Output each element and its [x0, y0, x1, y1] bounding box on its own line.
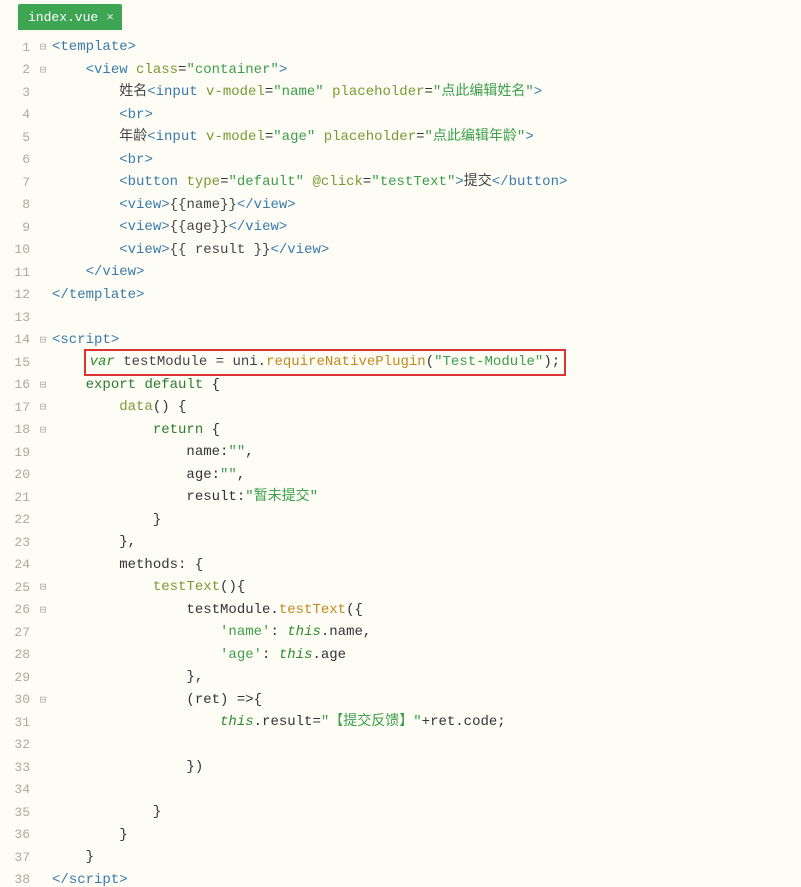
code-line: }, [52, 531, 801, 554]
code-line [52, 734, 801, 757]
code-line: methods: { [52, 554, 801, 577]
tab-bar: index.vue × [0, 0, 801, 30]
code-editor: index.vue × 12345 678910 1112131415 1617… [0, 0, 801, 887]
code-line: </script> [52, 869, 801, 887]
code-line: name:"", [52, 441, 801, 464]
code-content[interactable]: <template> <view class="container"> 姓名<i… [52, 36, 801, 887]
code-line: testModule.testText({ [52, 599, 801, 622]
code-line: }, [52, 666, 801, 689]
code-line: age:"", [52, 464, 801, 487]
fold-icon[interactable]: ⊟ [36, 374, 52, 397]
code-line: <template> [52, 36, 801, 59]
code-line [52, 306, 801, 329]
code-line: </template> [52, 284, 801, 307]
code-line: this.result="【提交反馈】"+ret.code; [52, 711, 801, 734]
file-tab[interactable]: index.vue × [18, 4, 122, 30]
fold-gutter: ⊟ ⊟ ⊟ ⊟ ⊟ ⊟ ⊟ ⊟ ⊟ [36, 36, 52, 887]
code-line: testText(){ [52, 576, 801, 599]
code-line: <script> [52, 329, 801, 352]
code-line: data() { [52, 396, 801, 419]
code-line: result:"暂未提交" [52, 486, 801, 509]
fold-icon[interactable]: ⊟ [36, 576, 52, 599]
code-line: } [52, 509, 801, 532]
code-line: return { [52, 419, 801, 442]
code-line: (ret) =>{ [52, 689, 801, 712]
code-line: <button type="default" @click="testText"… [52, 171, 801, 194]
fold-icon[interactable]: ⊟ [36, 689, 52, 712]
code-line [52, 779, 801, 802]
code-line: 姓名<input v-model="name" placeholder="点此编… [52, 81, 801, 104]
code-line: export default { [52, 374, 801, 397]
fold-icon[interactable]: ⊟ [36, 396, 52, 419]
code-line: <br> [52, 104, 801, 127]
code-line: } [52, 801, 801, 824]
code-line: 'age': this.age [52, 644, 801, 667]
code-line: }) [52, 756, 801, 779]
highlighted-code: var testModule = uni.requireNativePlugin… [84, 349, 567, 376]
code-line: <view>{{name}}</view> [52, 194, 801, 217]
code-line: <view>{{age}}</view> [52, 216, 801, 239]
fold-icon[interactable]: ⊟ [36, 419, 52, 442]
tab-label: index.vue [28, 10, 98, 25]
code-line: } [52, 824, 801, 847]
code-line: </view> [52, 261, 801, 284]
code-line: 'name': this.name, [52, 621, 801, 644]
code-line: var testModule = uni.requireNativePlugin… [52, 351, 801, 374]
close-icon[interactable]: × [106, 10, 114, 25]
fold-icon[interactable]: ⊟ [36, 59, 52, 82]
line-number-gutter: 12345 678910 1112131415 1617181920 21222… [0, 36, 36, 887]
code-line: <view class="container"> [52, 59, 801, 82]
fold-icon[interactable]: ⊟ [36, 329, 52, 352]
code-area[interactable]: 12345 678910 1112131415 1617181920 21222… [0, 30, 801, 887]
fold-icon[interactable]: ⊟ [36, 599, 52, 622]
code-line: <view>{{ result }}</view> [52, 239, 801, 262]
code-line: } [52, 846, 801, 869]
code-line: 年龄<input v-model="age" placeholder="点此编辑… [52, 126, 801, 149]
code-line: <br> [52, 149, 801, 172]
fold-icon[interactable]: ⊟ [36, 36, 52, 59]
